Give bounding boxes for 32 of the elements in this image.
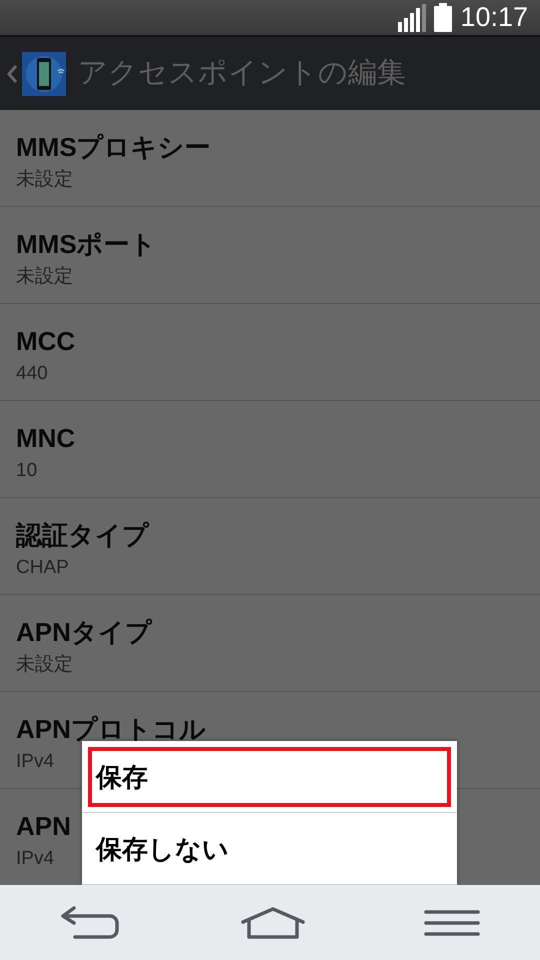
setting-value: 未設定 [16, 653, 73, 677]
setting-row[interactable]: MNC 10 [0, 401, 540, 498]
setting-value: 未設定 [16, 265, 73, 289]
setting-value: 10 [16, 459, 38, 483]
setting-value: CHAP [16, 556, 69, 580]
setting-title: APNタイプ [16, 616, 152, 649]
home-icon[interactable] [240, 906, 305, 938]
setting-row[interactable]: MMSプロキシー 未設定 [0, 110, 540, 207]
battery-icon [434, 3, 452, 32]
setting-row[interactable]: MMSポート 未設定 [0, 207, 540, 304]
menu-item[interactable]: 保存しない [82, 813, 457, 885]
setting-value: 未設定 [16, 168, 73, 192]
screen-title: アクセスポイントの編集 [78, 56, 406, 91]
setting-title: 認証タイプ [16, 519, 149, 552]
setting-value: 440 [16, 362, 48, 386]
back-icon[interactable] [60, 906, 122, 940]
app-icon[interactable] [22, 52, 66, 96]
setting-title: MCC [16, 325, 76, 358]
setting-value: IPv4 [16, 750, 54, 774]
signal-icon [398, 4, 426, 32]
setting-title: MMSポート [16, 228, 157, 261]
menu-item[interactable]: 保存 [82, 741, 457, 813]
setting-row[interactable]: MCC 440 [0, 304, 540, 401]
menu-icon[interactable] [424, 908, 480, 936]
setting-title: APN [16, 810, 71, 843]
setting-title: MNC [16, 422, 76, 455]
setting-title: MMSプロキシー [16, 131, 211, 164]
setting-value: IPv4 [16, 847, 54, 871]
setting-row[interactable]: APNタイプ 未設定 [0, 595, 540, 692]
status-time: 10:17 [460, 4, 528, 31]
setting-row[interactable]: 認証タイプ CHAP [0, 498, 540, 595]
back-chevron-icon[interactable] [6, 64, 18, 84]
